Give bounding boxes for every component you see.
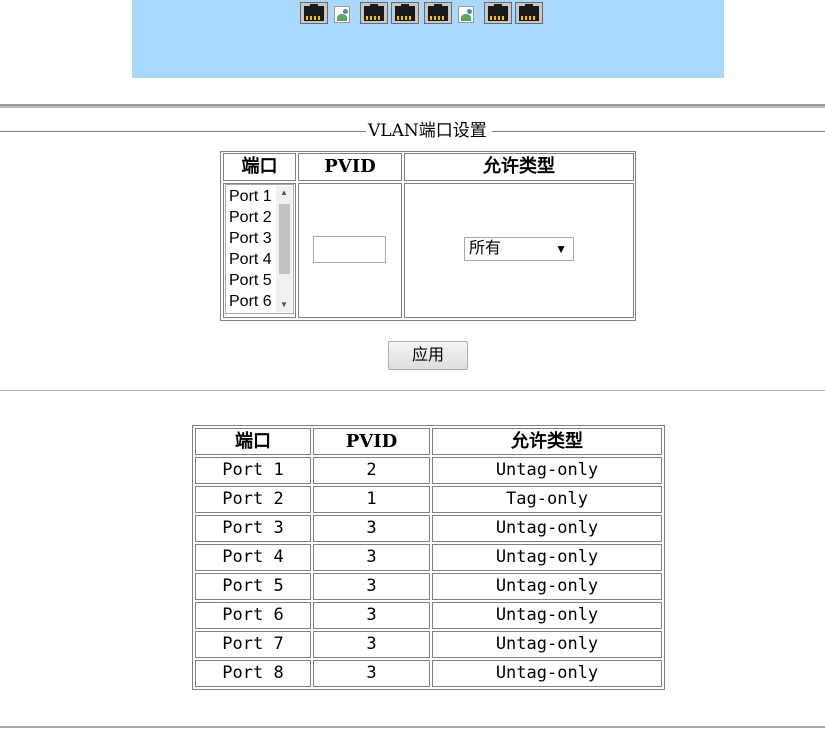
- ethernet-port-linked-icon: [300, 2, 328, 24]
- section-divider: [0, 390, 825, 391]
- status-cell-type: Tag-only: [432, 486, 662, 513]
- port-select-list[interactable]: Port 1 Port 2 Port 3 Port 4 Port 5 Port …: [225, 184, 294, 314]
- ethernet-port-linked-icon: [515, 2, 543, 24]
- type-select[interactable]: 所有 ▼: [464, 237, 574, 261]
- status-header-port: 端口: [195, 428, 311, 455]
- status-cell-port: Port 5: [195, 573, 311, 600]
- port-option[interactable]: Port 5: [229, 270, 272, 291]
- status-cell-pvid: 2: [313, 457, 430, 484]
- status-cell-port: Port 6: [195, 602, 311, 629]
- status-cell-type: Untag-only: [432, 457, 662, 484]
- port-option[interactable]: Port 1: [229, 186, 272, 207]
- status-cell-type: Untag-only: [432, 515, 662, 542]
- status-cell-port: Port 2: [195, 486, 311, 513]
- status-cell-port: Port 7: [195, 631, 311, 658]
- port-option[interactable]: Port 6: [229, 291, 272, 312]
- header-separator: [0, 104, 825, 108]
- ethernet-port-linked-icon: [360, 2, 388, 24]
- port-option[interactable]: Port 3: [229, 228, 272, 249]
- legend-line-right: [492, 131, 825, 132]
- status-cell-pvid: 3: [313, 544, 430, 571]
- header-pvid: PVID: [298, 153, 402, 181]
- scroll-up-arrow-icon[interactable]: ▲: [277, 187, 291, 199]
- status-cell-pvid: 3: [313, 573, 430, 600]
- header-port: 端口: [223, 153, 296, 181]
- status-cell-pvid: 3: [313, 660, 430, 687]
- apply-button[interactable]: 应用: [388, 341, 468, 370]
- ethernet-port-linked-icon: [424, 2, 452, 24]
- status-cell-type: Untag-only: [432, 544, 662, 571]
- pvid-input[interactable]: [313, 236, 386, 263]
- header-type: 允许类型: [404, 153, 634, 181]
- status-cell-port: Port 8: [195, 660, 311, 687]
- ethernet-port-linked-icon: [484, 2, 512, 24]
- status-header-pvid: PVID: [313, 428, 430, 455]
- port-option[interactable]: Port 2: [229, 207, 272, 228]
- scrollbar-thumb[interactable]: [279, 204, 290, 274]
- port-option[interactable]: Port 4: [229, 249, 272, 270]
- status-cell-pvid: 3: [313, 602, 430, 629]
- status-header-type: 允许类型: [432, 428, 662, 455]
- status-cell-pvid: 3: [313, 515, 430, 542]
- status-cell-port: Port 4: [195, 544, 311, 571]
- ethernet-port-linked-icon: [391, 2, 419, 24]
- status-cell-port: Port 3: [195, 515, 311, 542]
- status-cell-type: Untag-only: [432, 573, 662, 600]
- chevron-down-icon: ▼: [555, 242, 567, 256]
- status-cell-type: Untag-only: [432, 631, 662, 658]
- status-cell-pvid: 3: [313, 631, 430, 658]
- status-cell-type: Untag-only: [432, 602, 662, 629]
- broken-image-icon: [332, 2, 352, 24]
- scroll-down-arrow-icon[interactable]: ▼: [277, 299, 291, 311]
- footer-separator: [0, 726, 825, 728]
- legend-line-left: [0, 131, 366, 132]
- section-title: VLAN端口设置: [368, 121, 487, 141]
- broken-image-icon: [456, 2, 476, 24]
- status-cell-pvid: 1: [313, 486, 430, 513]
- status-cell-type: Untag-only: [432, 660, 662, 687]
- status-cell-port: Port 1: [195, 457, 311, 484]
- type-select-value: 所有: [469, 240, 502, 257]
